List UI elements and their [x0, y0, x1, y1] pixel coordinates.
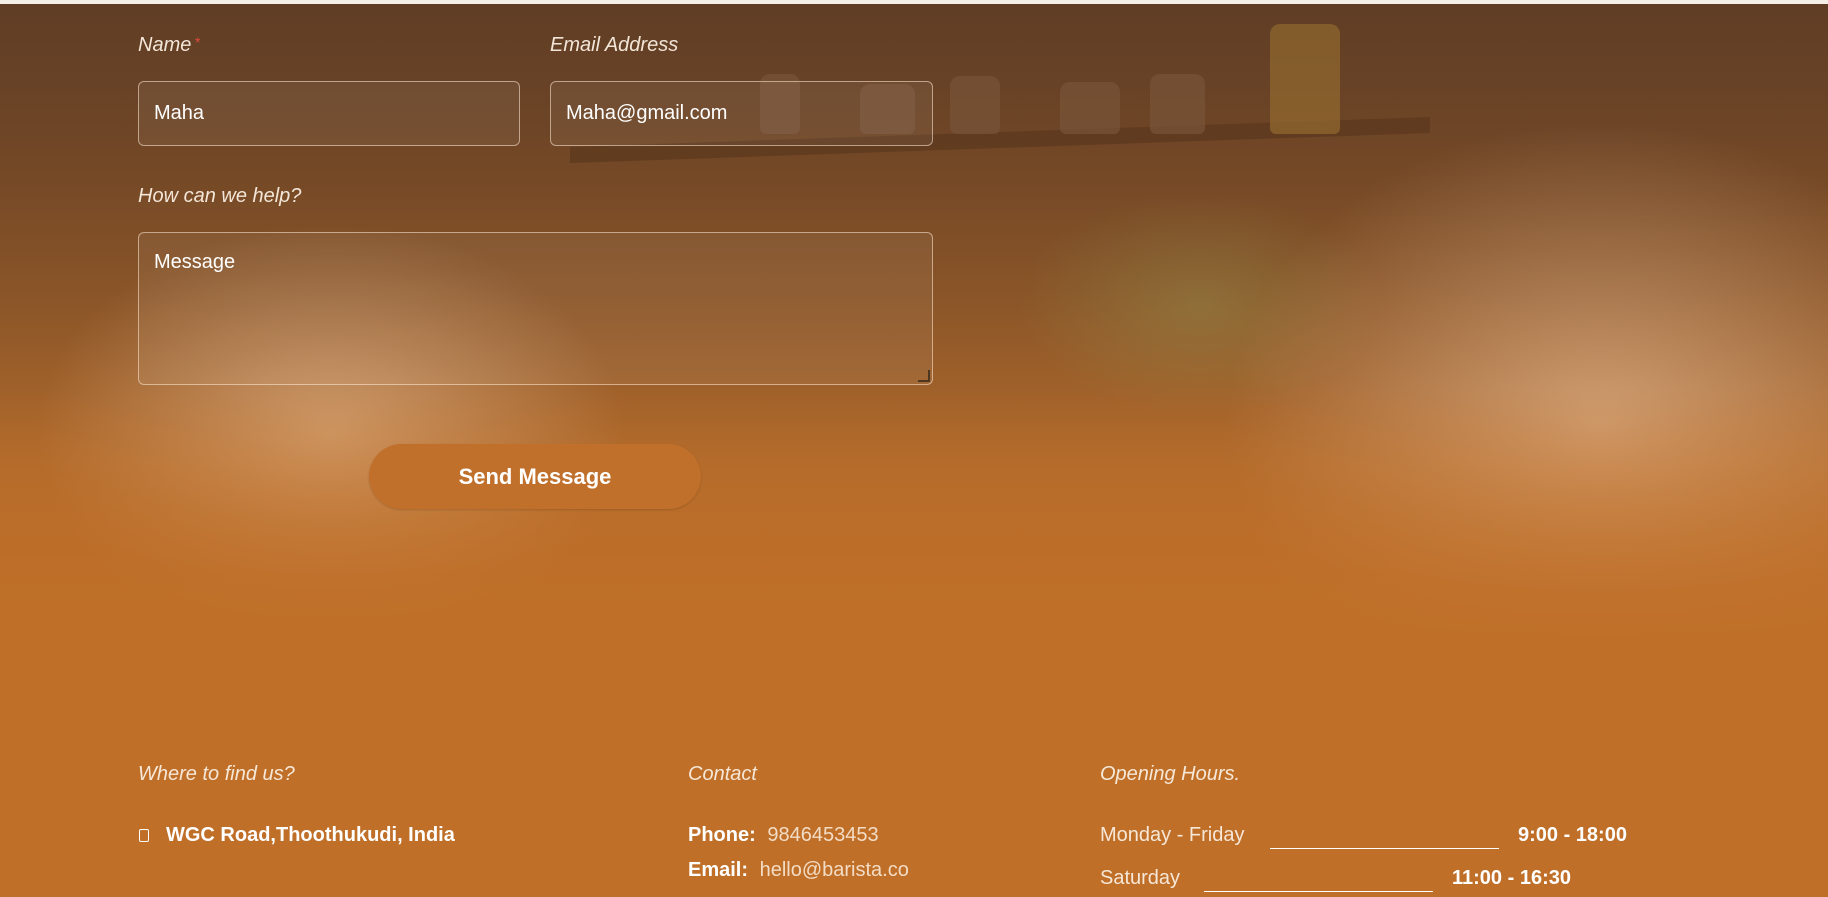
message-placeholder: Message	[154, 251, 236, 273]
hours-days-weekday: Monday - Friday	[1100, 824, 1245, 846]
map-pin-icon	[139, 829, 149, 842]
hours-days-saturday: Saturday	[1100, 867, 1181, 889]
phone-label: Phone:	[688, 824, 756, 846]
message-textarea[interactable]: Message	[138, 232, 933, 385]
hours-divider	[1270, 848, 1499, 849]
required-asterisk: *	[194, 34, 200, 50]
send-message-button[interactable]: Send Message	[369, 444, 701, 509]
contact-title: Contact	[688, 763, 757, 785]
name-field[interactable]: Maha	[138, 81, 520, 146]
hours-time-weekday: 9:00 - 18:00	[1518, 824, 1627, 846]
email-contact-label: Email:	[688, 859, 749, 881]
name-label: Name *	[138, 34, 200, 56]
help-label: How can we help?	[138, 185, 302, 207]
phone-link[interactable]: 9846453453	[767, 824, 878, 846]
address-text: WGC Road,Thoothukudi, India	[166, 824, 455, 846]
hours-time-saturday: 11:00 - 16:30	[1452, 867, 1571, 889]
name-field-value: Maha	[154, 102, 205, 124]
email-label: Email Address	[550, 34, 679, 56]
hours-divider	[1204, 891, 1433, 892]
email-field[interactable]: Maha@gmail.com	[550, 81, 933, 146]
resize-handle-icon[interactable]	[918, 370, 930, 382]
email-field-value: Maha@gmail.com	[566, 102, 728, 124]
find-us-title: Where to find us?	[138, 763, 295, 785]
email-row: Email: hello@barista.co	[688, 859, 909, 882]
email-link[interactable]: hello@barista.co	[760, 859, 909, 881]
phone-row: Phone: 9846453453	[688, 824, 879, 847]
opening-hours-title: Opening Hours.	[1100, 763, 1241, 785]
